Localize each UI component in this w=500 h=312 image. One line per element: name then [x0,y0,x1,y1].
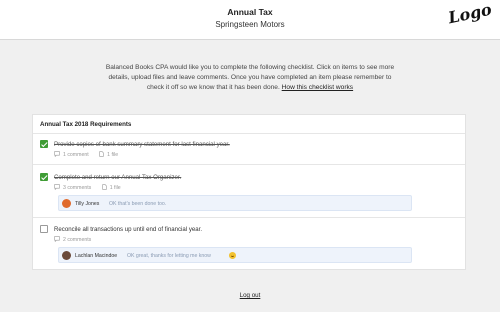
app-header: Annual Tax Springsteen Motors Logo [0,0,500,40]
item-label[interactable]: Complete and return our Annual Tax Organ… [54,174,181,181]
comment-icon [54,184,60,190]
files-count-label: 1 file [107,152,119,158]
comments-count[interactable]: 1 comment [54,151,89,158]
checklist-item[interactable]: Complete and return our Annual Tax Organ… [40,173,458,213]
item-meta: 2 comments [54,236,100,243]
comment-author: Tilly Jones [75,200,100,207]
divider [33,217,465,218]
checklist-title: Annual Tax 2018 Requirements [40,121,132,128]
comment-text: OK great, thanks for letting me know [127,252,211,259]
checklist-card: Annual Tax 2018 Requirements Provide cop… [32,114,466,270]
checklist-item[interactable]: Reconcile all transactions up until end … [40,225,458,265]
item-meta: 3 comments 1 file [54,184,130,191]
latest-comment[interactable]: Lachlan Macindoe OK great, thanks for le… [58,247,412,263]
comments-count-label: 2 comments [63,237,92,243]
files-count-label: 1 file [109,185,121,191]
avatar [62,251,71,260]
comment-text: OK that's been done too. [109,200,167,207]
file-icon [102,184,107,190]
item-meta: 1 comment 1 file [54,151,127,158]
comments-count[interactable]: 2 comments [54,236,91,243]
client-name: Springsteen Motors [215,20,285,29]
smiling-face-icon [229,251,236,259]
comments-count[interactable]: 3 comments [54,184,91,191]
divider [33,164,465,165]
comments-count-label: 1 comment [63,152,89,158]
checklist-item[interactable]: Provide copies of bank summary statement… [40,140,458,162]
files-count[interactable]: 1 file [102,184,121,191]
logout-link[interactable]: Log out [0,292,500,299]
comment-icon [54,236,60,242]
file-icon [99,151,104,157]
comment-icon [54,151,60,157]
how-checklist-works-link[interactable]: How this checklist works [282,84,353,91]
files-count[interactable]: 1 file [99,151,118,158]
item-checkbox-checked[interactable] [40,140,48,148]
divider [33,133,465,134]
comments-count-label: 3 comments [63,185,92,191]
comment-author: Lachlan Macindoe [75,252,118,259]
item-label[interactable]: Provide copies of bank summary statement… [54,141,230,148]
page-title: Annual Tax [227,7,273,17]
item-label[interactable]: Reconcile all transactions up until end … [54,226,202,233]
intro-text: Balanced Books CPA would like you to com… [100,63,400,93]
item-checkbox-checked[interactable] [40,173,48,181]
latest-comment[interactable]: Tilly Jones OK that's been done too. [58,195,412,211]
avatar [62,199,71,208]
item-checkbox-unchecked[interactable] [40,225,48,233]
